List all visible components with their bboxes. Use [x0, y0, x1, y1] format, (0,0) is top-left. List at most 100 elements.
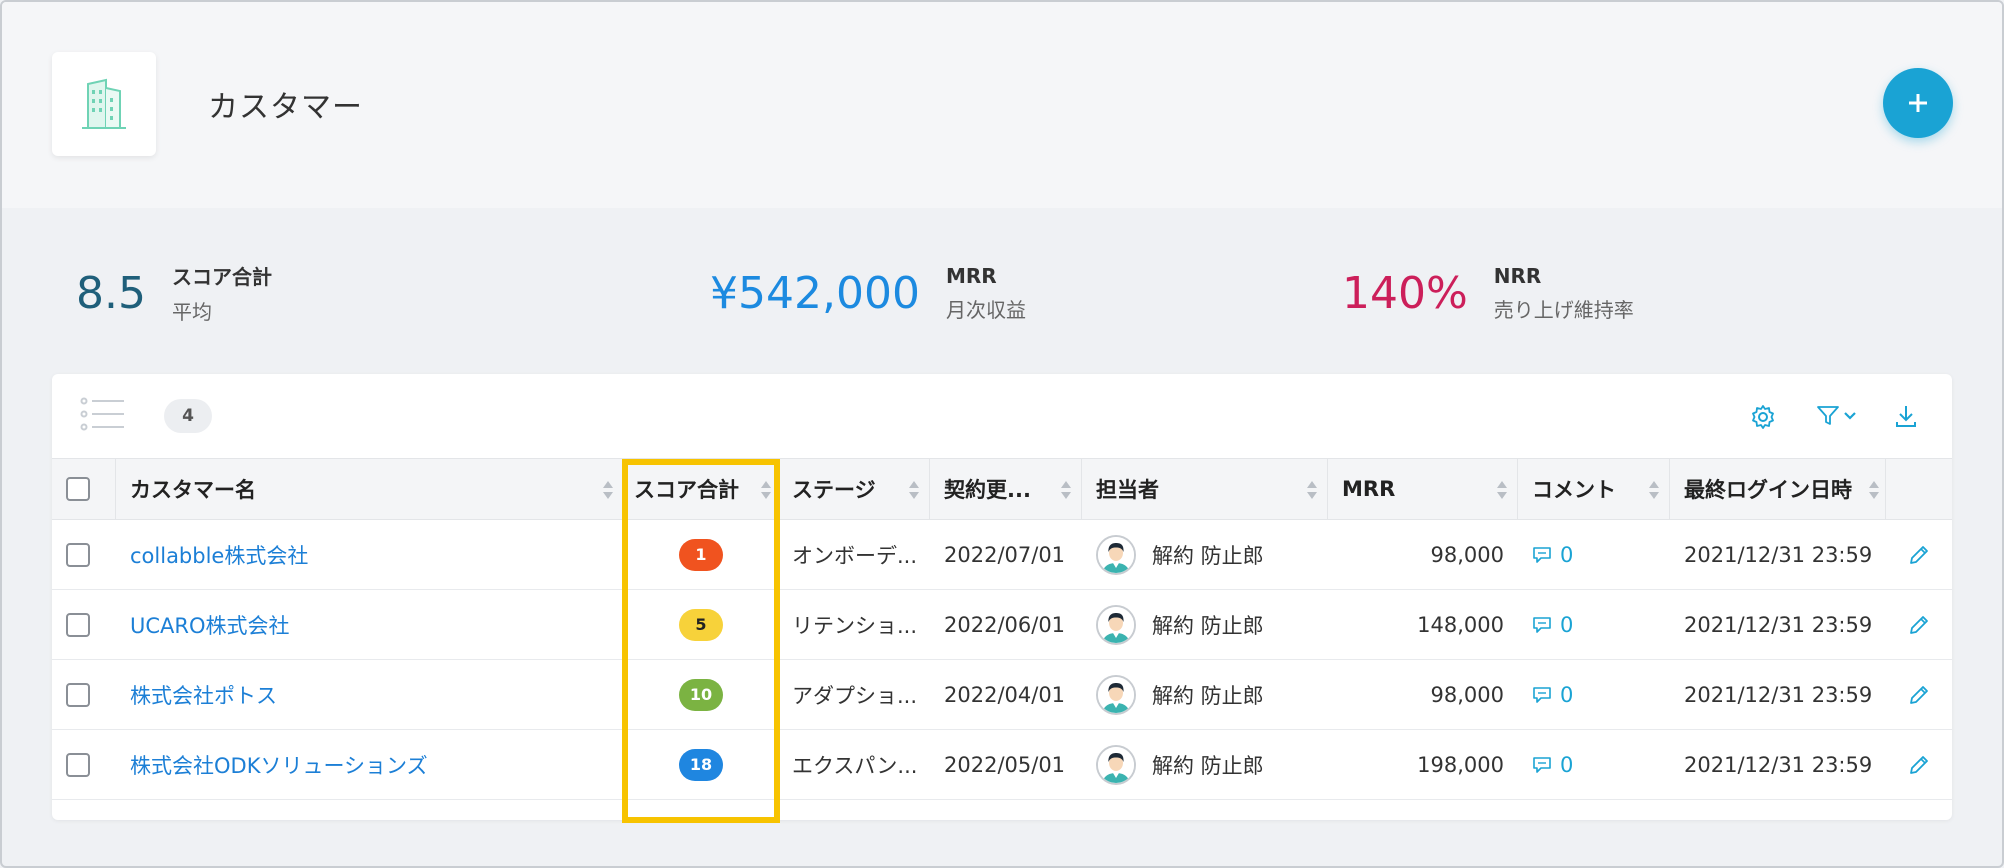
- last-login-value: 2021/12/31 23:59: [1684, 752, 1873, 777]
- column-header-score[interactable]: スコア合計: [624, 459, 778, 519]
- column-header-mrr[interactable]: MRR: [1328, 459, 1518, 519]
- edit-pencil-icon[interactable]: [1907, 543, 1931, 567]
- select-all-checkbox[interactable]: [66, 477, 90, 501]
- row-checkbox[interactable]: [66, 612, 90, 637]
- column-header-comment[interactable]: コメント: [1518, 459, 1670, 519]
- header-select-all-cell: [52, 459, 116, 519]
- column-header-last-login[interactable]: 最終ログイン日時: [1670, 459, 1886, 519]
- comment-link[interactable]: 0: [1532, 613, 1573, 637]
- customer-name-cell: UCARO株式会社: [116, 590, 624, 659]
- customer-name-link[interactable]: 株式会社ODKソリューションズ: [130, 750, 428, 780]
- score-badge: 1: [679, 538, 723, 571]
- edit-pencil-icon[interactable]: [1907, 683, 1931, 707]
- mrr-cell: 98,000: [1328, 520, 1518, 589]
- column-label: カスタマー名: [130, 478, 256, 502]
- contract-date: 2022/05/01: [944, 752, 1066, 777]
- contract-date: 2022/04/01: [944, 682, 1066, 707]
- edit-cell: [1886, 660, 1952, 729]
- last-login-cell: 2021/12/31 23:59: [1670, 590, 1886, 659]
- stage-cell: リテンショ...: [778, 590, 930, 659]
- list-view-icon[interactable]: [80, 396, 126, 432]
- stat-nrr: 140% NRR 売り上げ維持率: [1342, 258, 1634, 328]
- owner-name: 解約 防止郎: [1152, 543, 1264, 568]
- column-header-name[interactable]: カスタマー名: [116, 459, 624, 519]
- avatar: [1096, 534, 1136, 575]
- user-avatar-icon: [1098, 536, 1134, 573]
- row-select-cell: [52, 730, 116, 799]
- last-login-cell: 2021/12/31 23:59: [1670, 660, 1886, 729]
- mrr-cell: 198,000: [1328, 730, 1518, 799]
- owner-cell: 解約 防止郎: [1082, 590, 1328, 659]
- sort-icon[interactable]: [1647, 479, 1661, 501]
- score-cell: 5: [624, 590, 778, 659]
- stat-sublabel: 平均: [171, 300, 212, 324]
- table-row[interactable]: 株式会社ポトス 10 アダプショ... 2022/04/01 解約 防止郎 98…: [52, 660, 1952, 730]
- page-icon-box: [52, 52, 156, 156]
- comment-count: 0: [1560, 612, 1574, 637]
- contract-date: 2022/06/01: [944, 612, 1066, 637]
- mrr-value: 148,000: [1417, 612, 1504, 637]
- customer-name-link[interactable]: UCARO株式会社: [130, 610, 290, 640]
- download-icon[interactable]: [1894, 404, 1918, 428]
- stat-label: スコア合計: [171, 265, 272, 289]
- owner-cell: 解約 防止郎: [1082, 730, 1328, 799]
- table-row[interactable]: UCARO株式会社 5 リテンショ... 2022/06/01 解約 防止郎 1…: [52, 590, 1952, 660]
- contract-renewal-cell: 2022/04/01: [930, 660, 1082, 729]
- sort-icon[interactable]: [907, 479, 921, 501]
- sort-icon[interactable]: [1495, 479, 1509, 501]
- row-select-cell: [52, 590, 116, 659]
- customer-name-link[interactable]: collabble株式会社: [130, 540, 308, 570]
- edit-cell: [1886, 520, 1952, 589]
- sort-icon[interactable]: [1867, 479, 1881, 501]
- app-frame: カスタマー 8.5 スコア合計 平均 ¥542,000 MRR 月次収益 140…: [0, 0, 2004, 868]
- comment-link[interactable]: 0: [1532, 683, 1573, 707]
- comment-count: 0: [1560, 542, 1574, 567]
- stat-value: ¥542,000: [710, 267, 920, 319]
- row-checkbox[interactable]: [66, 752, 90, 777]
- column-header-owner[interactable]: 担当者: [1082, 459, 1328, 519]
- stat-score-average: 8.5 スコア合計 平均: [76, 258, 272, 328]
- filter-icon[interactable]: [1816, 404, 1860, 428]
- last-login-value: 2021/12/31 23:59: [1684, 682, 1873, 707]
- comment-link[interactable]: 0: [1532, 543, 1573, 567]
- comment-icon: [1533, 546, 1551, 563]
- sort-icon[interactable]: [759, 479, 773, 501]
- contract-renewal-cell: 2022/07/01: [930, 520, 1082, 589]
- edit-pencil-icon[interactable]: [1907, 613, 1931, 637]
- comment-icon: [1533, 686, 1551, 703]
- comment-icon: [1533, 756, 1551, 773]
- sort-icon[interactable]: [1059, 479, 1073, 501]
- table-toolbar: 4: [52, 374, 1952, 458]
- row-checkbox[interactable]: [66, 682, 90, 707]
- owner-cell: 解約 防止郎: [1082, 660, 1328, 729]
- add-customer-button[interactable]: [1883, 68, 1953, 138]
- customer-name-link[interactable]: 株式会社ポトス: [130, 680, 277, 710]
- sort-icon[interactable]: [601, 479, 615, 501]
- stat-value: 8.5: [76, 267, 146, 319]
- score-cell: 10: [624, 660, 778, 729]
- column-label: 契約更...: [944, 478, 1031, 502]
- comment-link[interactable]: 0: [1532, 753, 1573, 777]
- stage-cell: アダプショ...: [778, 660, 930, 729]
- column-header-stage[interactable]: ステージ: [778, 459, 930, 519]
- comment-cell: 0: [1518, 590, 1670, 659]
- column-header-contract-renewal[interactable]: 契約更...: [930, 459, 1082, 519]
- owner-name: 解約 防止郎: [1152, 683, 1264, 708]
- plus-icon: [1909, 94, 1927, 112]
- row-checkbox[interactable]: [66, 542, 90, 567]
- table-row[interactable]: 株式会社ODKソリューションズ 18 エクスパン... 2022/05/01 解…: [52, 730, 1952, 800]
- settings-gear-icon[interactable]: [1750, 404, 1776, 430]
- stat-value: 140%: [1342, 267, 1468, 319]
- score-cell: 1: [624, 520, 778, 589]
- customer-table-card: 4 カスタマー名 スコア合計 ステージ 契約更... 担当者 MRR コメント …: [52, 374, 1952, 820]
- edit-pencil-icon[interactable]: [1907, 753, 1931, 777]
- customer-name-cell: 株式会社ポトス: [116, 660, 624, 729]
- stage-text: リテンショ...: [792, 613, 918, 638]
- table-row[interactable]: collabble株式会社 1 オンボーデ... 2022/07/01 解約 防…: [52, 520, 1952, 590]
- mrr-cell: 98,000: [1328, 660, 1518, 729]
- last-login-value: 2021/12/31 23:59: [1684, 542, 1873, 567]
- user-avatar-icon: [1098, 606, 1134, 643]
- user-avatar-icon: [1098, 676, 1134, 713]
- stat-sublabel: 月次収益: [945, 297, 1026, 322]
- sort-icon[interactable]: [1305, 479, 1319, 501]
